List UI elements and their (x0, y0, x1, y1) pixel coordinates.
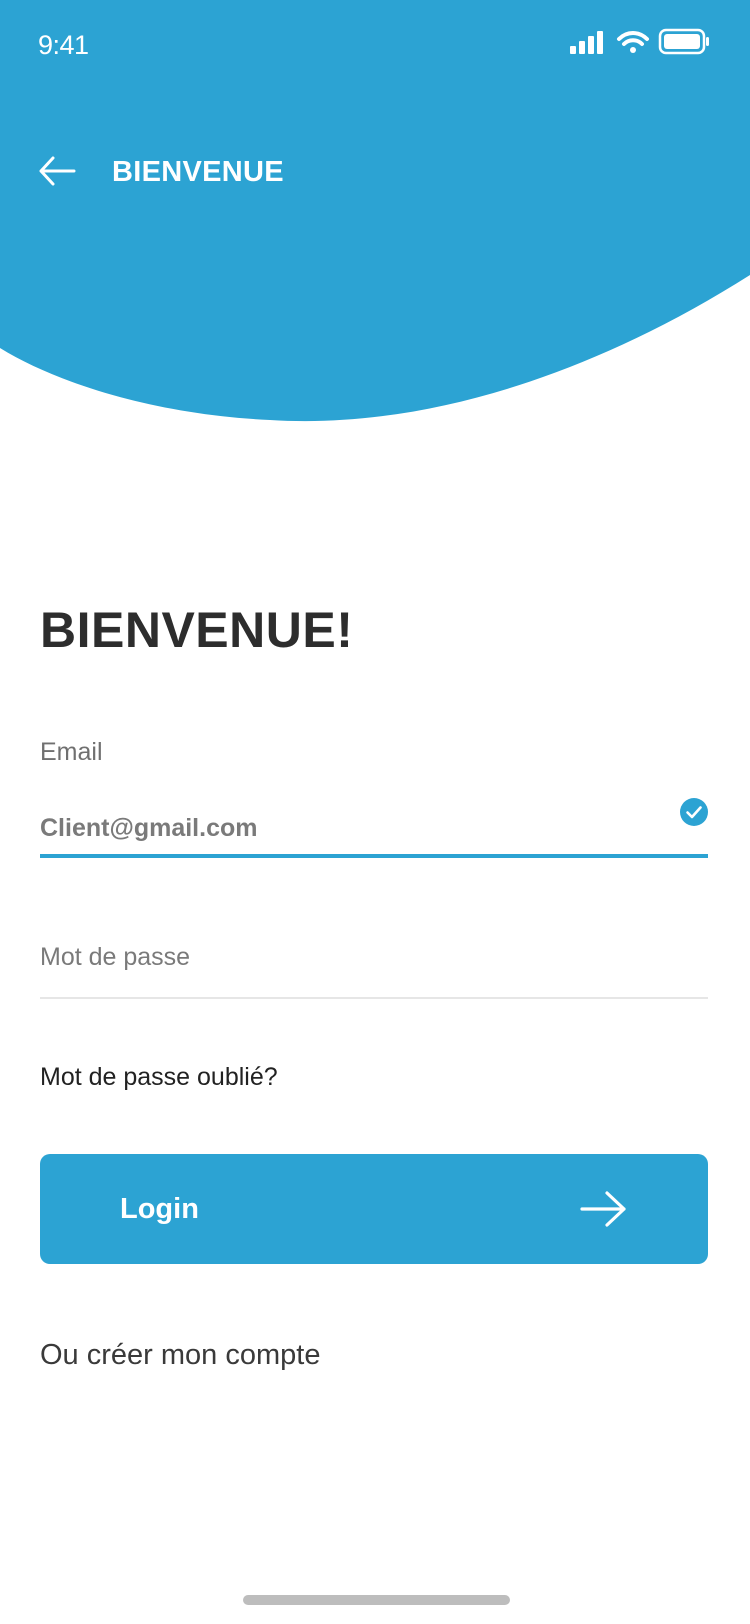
back-button[interactable] (38, 152, 76, 190)
signal-icon (570, 31, 603, 54)
email-underline (40, 854, 708, 858)
login-button-label: Login (120, 1193, 199, 1225)
email-field[interactable] (40, 808, 660, 848)
header-title: BIENVENUE (112, 156, 284, 188)
check-circle-icon (680, 798, 708, 826)
password-field[interactable] (40, 935, 708, 979)
status-time: 9:41 (38, 30, 89, 60)
email-label: Email (40, 738, 103, 766)
create-account-link[interactable]: Ou créer mon compte (40, 1335, 320, 1375)
home-indicator (243, 1595, 510, 1605)
login-button[interactable]: Login (40, 1154, 708, 1264)
arrow-right-icon (580, 1191, 626, 1227)
welcome-heading: BIENVENUE! (40, 602, 354, 658)
forgot-password-link[interactable]: Mot de passe oublié? (40, 1061, 278, 1093)
battery-icon (658, 28, 709, 55)
status-icons (570, 28, 710, 58)
password-underline (40, 997, 708, 999)
arrow-left-icon (39, 156, 76, 186)
wifi-icon (617, 31, 649, 53)
header-background (0, 0, 750, 422)
